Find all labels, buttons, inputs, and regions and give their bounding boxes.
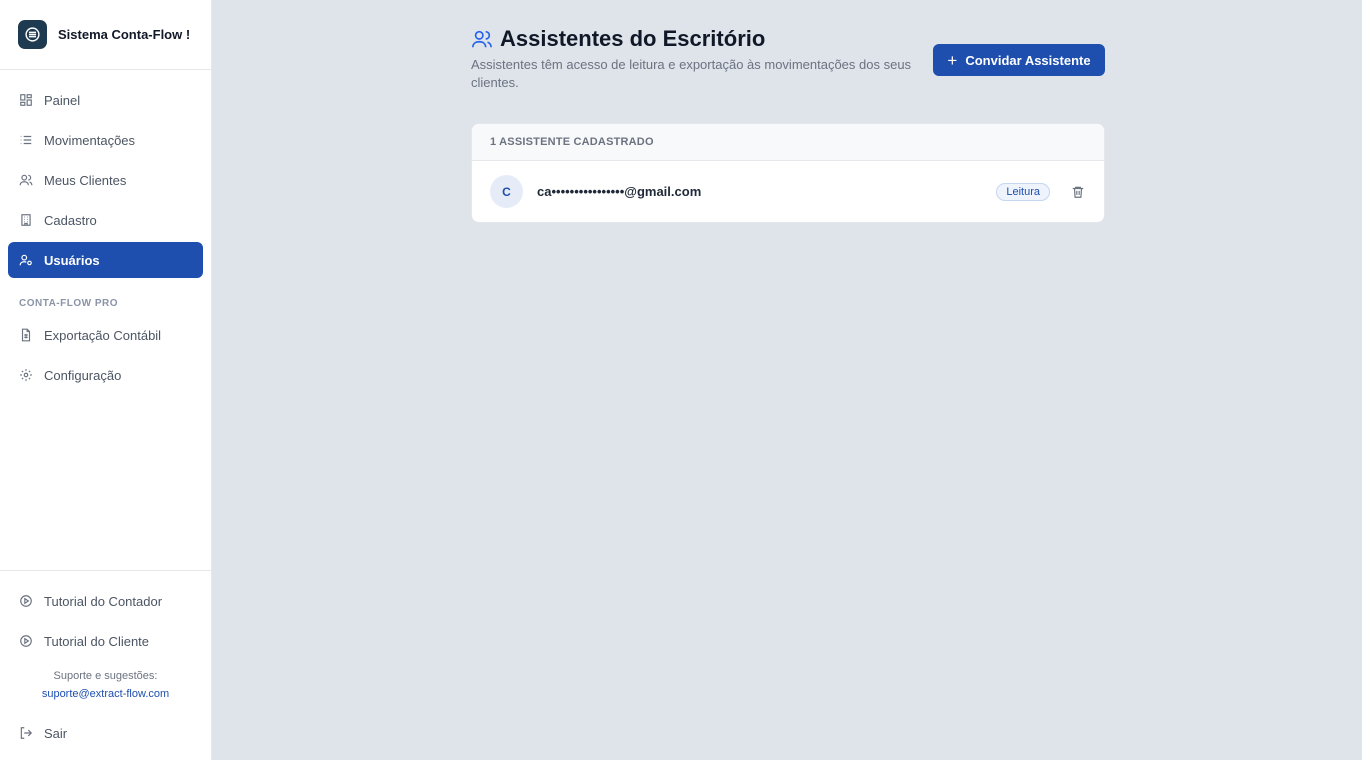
invite-assistant-label: Convidar Assistente <box>965 52 1091 68</box>
users-icon <box>19 173 33 187</box>
sidebar-item-painel[interactable]: Painel <box>8 82 203 118</box>
logout-icon <box>19 726 33 740</box>
dashboard-icon <box>19 93 33 107</box>
trash-icon[interactable] <box>1070 184 1086 200</box>
sidebar-item-label: Exportação Contábil <box>44 327 162 343</box>
assistants-card: 1 ASSISTENTE CADASTRADO C ca••••••••••••… <box>471 123 1105 223</box>
page-subtitle: Assistentes têm acesso de leitura e expo… <box>471 57 912 90</box>
sidebar-item-label: Configuração <box>44 367 122 383</box>
invite-assistant-button[interactable]: + Convidar Assistente <box>933 44 1105 76</box>
support-label: Suporte e sugestões: <box>53 670 158 682</box>
page-title: Assistentes do Escritório <box>500 26 766 51</box>
app-logo-icon <box>18 20 47 49</box>
sidebar-item-label: Usuários <box>44 252 100 268</box>
sidebar-item-movimentacoes[interactable]: Movimentações <box>8 122 203 158</box>
tutorial-contador-label: Tutorial do Contador <box>44 593 163 609</box>
user-cog-icon <box>19 253 33 267</box>
sidebar-item-label: Cadastro <box>44 212 97 228</box>
gear-icon <box>19 368 33 382</box>
tutorial-contador-link[interactable]: Tutorial do Contador <box>8 583 203 619</box>
support-info: Suporte e sugestões: suporte@extract-flo… <box>8 667 203 703</box>
tutorial-cliente-link[interactable]: Tutorial do Cliente <box>8 623 203 659</box>
sidebar-item-usuarios[interactable]: Usuários <box>8 242 203 278</box>
sidebar-item-exportacao[interactable]: Exportação Contábil <box>8 317 203 353</box>
sidebar-item-label: Meus Clientes <box>44 172 127 188</box>
avatar: C <box>490 175 523 208</box>
brand: Sistema Conta-Flow ! <box>0 0 211 70</box>
assistants-count-header: 1 ASSISTENTE CADASTRADO <box>472 124 1104 161</box>
main-nav: Painel Movimentações Meus Clientes Cadas… <box>0 70 211 393</box>
table-row: C ca••••••••••••••••@gmail.com Leitura <box>472 161 1104 222</box>
logout-button[interactable]: Sair <box>8 715 203 751</box>
section-label-pro: CONTA-FLOW PRO <box>19 298 119 309</box>
sidebar-item-cadastro[interactable]: Cadastro <box>8 202 203 238</box>
sidebar-item-label: Painel <box>44 92 81 108</box>
sidebar-item-label: Movimentações <box>44 132 136 148</box>
sidebar-footer: Tutorial do Contador Tutorial do Cliente… <box>0 570 211 760</box>
main-content: Assistentes do Escritório Assistentes tê… <box>213 0 1362 760</box>
file-spreadsheet-icon <box>19 328 33 342</box>
building-icon <box>19 213 33 227</box>
users-icon <box>471 28 493 50</box>
logout-label: Sair <box>44 725 68 741</box>
sidebar-item-configuracao[interactable]: Configuração <box>8 357 203 393</box>
support-email-link[interactable]: suporte@extract-flow.com <box>8 685 203 703</box>
plus-icon: + <box>947 50 958 70</box>
app-name: Sistema Conta-Flow ! <box>58 27 191 42</box>
tutorial-cliente-label: Tutorial do Cliente <box>44 633 150 649</box>
assistant-email: ca••••••••••••••••@gmail.com <box>537 184 702 199</box>
role-badge: Leitura <box>996 182 1050 201</box>
list-icon <box>19 133 33 147</box>
play-circle-icon <box>19 594 33 608</box>
sidebar-item-meus-clientes[interactable]: Meus Clientes <box>8 162 203 198</box>
play-circle-icon <box>19 634 33 648</box>
sidebar: Sistema Conta-Flow ! Painel Movimentaçõe… <box>0 0 212 760</box>
